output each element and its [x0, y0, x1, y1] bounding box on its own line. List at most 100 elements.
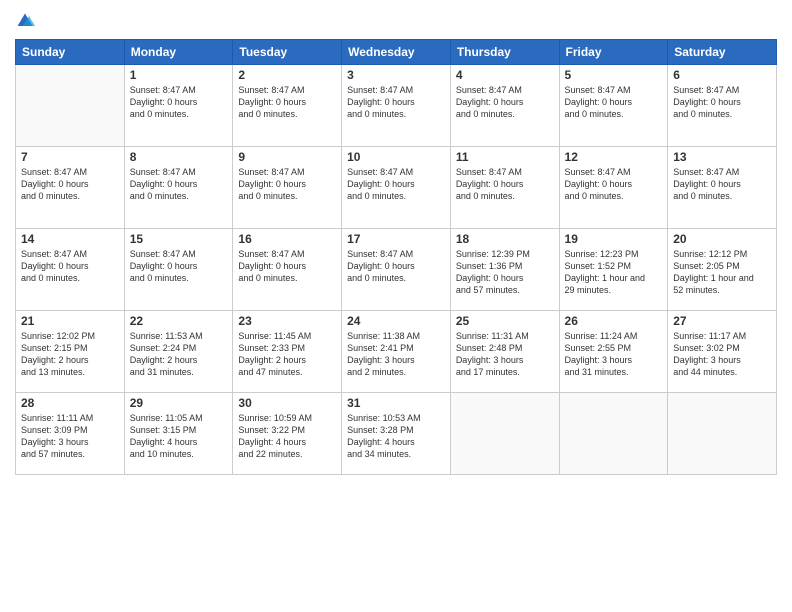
- day-info: Sunset: 8:47 AMDaylight: 0 hoursand 0 mi…: [673, 166, 771, 202]
- day-info: Sunrise: 11:38 AMSunset: 2:41 PMDaylight…: [347, 330, 445, 379]
- day-info: Sunset: 8:47 AMDaylight: 0 hoursand 0 mi…: [238, 248, 336, 284]
- day-info: Sunset: 8:47 AMDaylight: 0 hoursand 0 mi…: [238, 166, 336, 202]
- calendar-cell: 30 Sunrise: 10:59 AMSunset: 3:22 PMDaylig…: [233, 393, 342, 475]
- day-number: 18: [456, 232, 554, 246]
- day-info: Sunrise: 10:59 AMSunset: 3:22 PMDaylight…: [238, 412, 336, 461]
- calendar-cell: 29Sunrise: 11:05 AMSunset: 3:15 PMDaylig…: [124, 393, 233, 475]
- day-info: Sunrise: 11:53 AMSunset: 2:24 PMDaylight…: [130, 330, 228, 379]
- calendar-header: SundayMondayTuesdayWednesdayThursdayFrid…: [16, 40, 777, 65]
- calendar-cell: 15Sunset: 8:47 AMDaylight: 0 hoursand 0 …: [124, 229, 233, 311]
- day-number: 9: [238, 150, 336, 164]
- calendar-cell: 4 Sunset: 8:47 AMDaylight: 0 hoursand 0 m…: [450, 65, 559, 147]
- day-number: 17: [347, 232, 445, 246]
- day-number: 5: [565, 68, 663, 82]
- day-info: Sunset: 8:47 AMDaylight: 0 hoursand 0 mi…: [130, 166, 228, 202]
- calendar-cell: 5 Sunset: 8:47 AMDaylight: 0 hoursand 0 m…: [559, 65, 668, 147]
- weekday-header-sunday: Sunday: [16, 40, 125, 65]
- day-number: 26: [565, 314, 663, 328]
- calendar-cell: 1 Sunset: 8:47 AMDaylight: 0 hoursand 0 m…: [124, 65, 233, 147]
- day-info: Sunrise: 12:12 PMSunset: 2:05 PMDaylight…: [673, 248, 771, 297]
- day-info: Sunset: 8:47 AMDaylight: 0 hoursand 0 mi…: [347, 248, 445, 284]
- day-info: Sunset: 8:47 AMDaylight: 0 hoursand 0 mi…: [456, 84, 554, 120]
- calendar-week-row: 7 Sunset: 8:47 AMDaylight: 0 hoursand 0 m…: [16, 147, 777, 229]
- calendar-cell: 9 Sunset: 8:47 AMDaylight: 0 hoursand 0 m…: [233, 147, 342, 229]
- logo-icon: [15, 11, 35, 31]
- calendar-cell: [559, 393, 668, 475]
- day-info: Sunset: 8:47 AMDaylight: 0 hoursand 0 mi…: [130, 84, 228, 120]
- day-info: Sunset: 8:47 AMDaylight: 0 hoursand 0 mi…: [565, 84, 663, 120]
- calendar-cell: 7 Sunset: 8:47 AMDaylight: 0 hoursand 0 m…: [16, 147, 125, 229]
- day-number: 4: [456, 68, 554, 82]
- day-number: 10: [347, 150, 445, 164]
- day-number: 12: [565, 150, 663, 164]
- calendar-cell: 18 Sunrise: 12:39 PMSunset: 1:36 PMDaylig…: [450, 229, 559, 311]
- calendar-cell: 6Sunset: 8:47 AMDaylight: 0 hoursand 0 m…: [668, 65, 777, 147]
- day-info: Sunrise: 10:53 AMSunset: 3:28 PMDaylight…: [347, 412, 445, 461]
- day-info: Sunrise: 11:31 AMSunset: 2:48 PMDaylight…: [456, 330, 554, 379]
- calendar-cell: 13 Sunset: 8:47 AMDaylight: 0 hoursand 0 …: [668, 147, 777, 229]
- calendar-table: SundayMondayTuesdayWednesdayThursdayFrid…: [15, 39, 777, 475]
- weekday-header-friday: Friday: [559, 40, 668, 65]
- calendar-cell: 25 Sunrise: 11:31 AMSunset: 2:48 PMDaylig…: [450, 311, 559, 393]
- calendar-week-row: 28 Sunrise: 11:11 AMSunset: 3:09 PMDaylig…: [16, 393, 777, 475]
- day-number: 7: [21, 150, 119, 164]
- calendar-cell: [668, 393, 777, 475]
- day-info: Sunrise: 12:23 PMSunset: 1:52 PMDaylight…: [565, 248, 663, 297]
- day-number: 28: [21, 396, 119, 410]
- day-info: Sunrise: 11:11 AMSunset: 3:09 PMDaylight…: [21, 412, 119, 461]
- logo: [15, 10, 39, 31]
- day-number: 25: [456, 314, 554, 328]
- day-info: Sunrise: 11:17 AMSunset: 3:02 PMDaylight…: [673, 330, 771, 379]
- day-number: 13: [673, 150, 771, 164]
- day-info: Sunset: 8:47 AMDaylight: 0 hoursand 0 mi…: [456, 166, 554, 202]
- day-info: Sunset: 8:47 AMDaylight: 0 hoursand 0 mi…: [565, 166, 663, 202]
- calendar-week-row: 1 Sunset: 8:47 AMDaylight: 0 hoursand 0 m…: [16, 65, 777, 147]
- calendar-week-row: 21Sunrise: 12:02 PMSunset: 2:15 PMDaylig…: [16, 311, 777, 393]
- day-number: 20: [673, 232, 771, 246]
- day-info: Sunset: 8:47 AMDaylight: 0 hoursand 0 mi…: [347, 84, 445, 120]
- calendar-cell: 26 Sunrise: 11:24 AMSunset: 2:55 PMDaylig…: [559, 311, 668, 393]
- day-info: Sunrise: 11:45 AMSunset: 2:33 PMDaylight…: [238, 330, 336, 379]
- day-info: Sunset: 8:47 AMDaylight: 0 hoursand 0 mi…: [130, 248, 228, 284]
- calendar-cell: 22 Sunrise: 11:53 AMSunset: 2:24 PMDaylig…: [124, 311, 233, 393]
- weekday-header-saturday: Saturday: [668, 40, 777, 65]
- weekday-header-wednesday: Wednesday: [342, 40, 451, 65]
- calendar-cell: 14 Sunset: 8:47 AMDaylight: 0 hoursand 0 …: [16, 229, 125, 311]
- calendar-cell: [450, 393, 559, 475]
- day-info: Sunrise: 11:24 AMSunset: 2:55 PMDaylight…: [565, 330, 663, 379]
- day-number: 30: [238, 396, 336, 410]
- day-number: 6: [673, 68, 771, 82]
- header: [15, 10, 777, 31]
- day-number: 22: [130, 314, 228, 328]
- day-number: 16: [238, 232, 336, 246]
- calendar-cell: 20 Sunrise: 12:12 PMSunset: 2:05 PMDaylig…: [668, 229, 777, 311]
- day-info: Sunset: 8:47 AMDaylight: 0 hoursand 0 mi…: [347, 166, 445, 202]
- page: SundayMondayTuesdayWednesdayThursdayFrid…: [0, 0, 792, 612]
- calendar-cell: 19Sunrise: 12:23 PMSunset: 1:52 PMDaylig…: [559, 229, 668, 311]
- weekday-header-monday: Monday: [124, 40, 233, 65]
- weekday-header-tuesday: Tuesday: [233, 40, 342, 65]
- day-number: 8: [130, 150, 228, 164]
- calendar-body: 1 Sunset: 8:47 AMDaylight: 0 hoursand 0 m…: [16, 65, 777, 475]
- day-info: Sunset: 8:47 AMDaylight: 0 hoursand 0 mi…: [21, 248, 119, 284]
- day-number: 14: [21, 232, 119, 246]
- day-number: 23: [238, 314, 336, 328]
- calendar-cell: [16, 65, 125, 147]
- day-info: Sunrise: 12:39 PMSunset: 1:36 PMDaylight…: [456, 248, 554, 297]
- calendar-cell: 10 Sunset: 8:47 AMDaylight: 0 hoursand 0 …: [342, 147, 451, 229]
- day-number: 2: [238, 68, 336, 82]
- calendar-cell: 31Sunrise: 10:53 AMSunset: 3:28 PMDaylig…: [342, 393, 451, 475]
- day-info: Sunset: 8:47 AMDaylight: 0 hoursand 0 mi…: [238, 84, 336, 120]
- calendar-cell: 24 Sunrise: 11:38 AMSunset: 2:41 PMDaylig…: [342, 311, 451, 393]
- day-number: 1: [130, 68, 228, 82]
- calendar-cell: 8 Sunset: 8:47 AMDaylight: 0 hoursand 0 m…: [124, 147, 233, 229]
- day-number: 24: [347, 314, 445, 328]
- weekday-header-row: SundayMondayTuesdayWednesdayThursdayFrid…: [16, 40, 777, 65]
- calendar-cell: 28 Sunrise: 11:11 AMSunset: 3:09 PMDaylig…: [16, 393, 125, 475]
- calendar-cell: 21Sunrise: 12:02 PMSunset: 2:15 PMDaylig…: [16, 311, 125, 393]
- day-number: 27: [673, 314, 771, 328]
- day-info: Sunrise: 11:05 AMSunset: 3:15 PMDaylight…: [130, 412, 228, 461]
- day-number: 21: [21, 314, 119, 328]
- day-info: Sunset: 8:47 AMDaylight: 0 hoursand 0 mi…: [21, 166, 119, 202]
- weekday-header-thursday: Thursday: [450, 40, 559, 65]
